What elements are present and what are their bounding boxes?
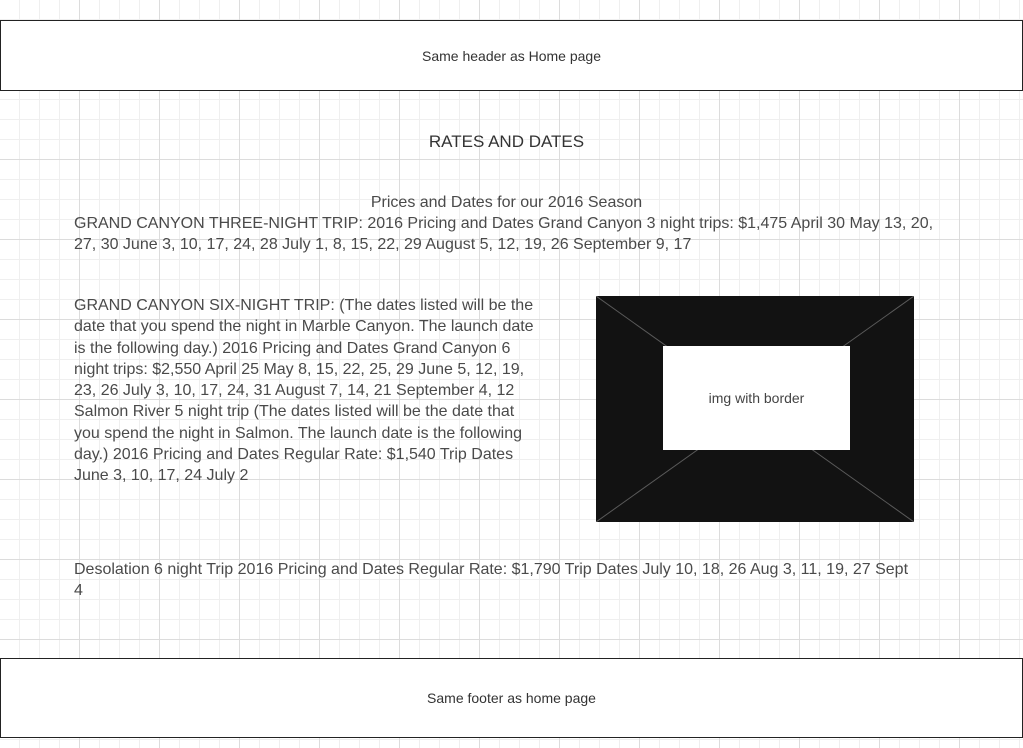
image-placeholder-label: img with border <box>708 390 805 406</box>
image-placeholder: img with border <box>596 296 914 522</box>
footer-label: Same footer as home page <box>427 690 596 706</box>
footer-placeholder: Same footer as home page <box>0 658 1023 738</box>
header-placeholder: Same header as Home page <box>0 20 1023 91</box>
six-night-trip-paragraph: GRAND CANYON SIX-NIGHT TRIP: (The dates … <box>74 297 534 485</box>
page-title: RATES AND DATES <box>428 132 585 151</box>
three-night-trip-paragraph: GRAND CANYON THREE-NIGHT TRIP: 2016 Pric… <box>74 215 934 254</box>
desolation-trip-paragraph: Desolation 6 night Trip 2016 Pricing and… <box>74 561 909 600</box>
image-placeholder-label-box: img with border <box>663 346 850 450</box>
season-heading: Prices and Dates for our 2016 Season <box>370 194 643 211</box>
header-label: Same header as Home page <box>422 47 601 64</box>
